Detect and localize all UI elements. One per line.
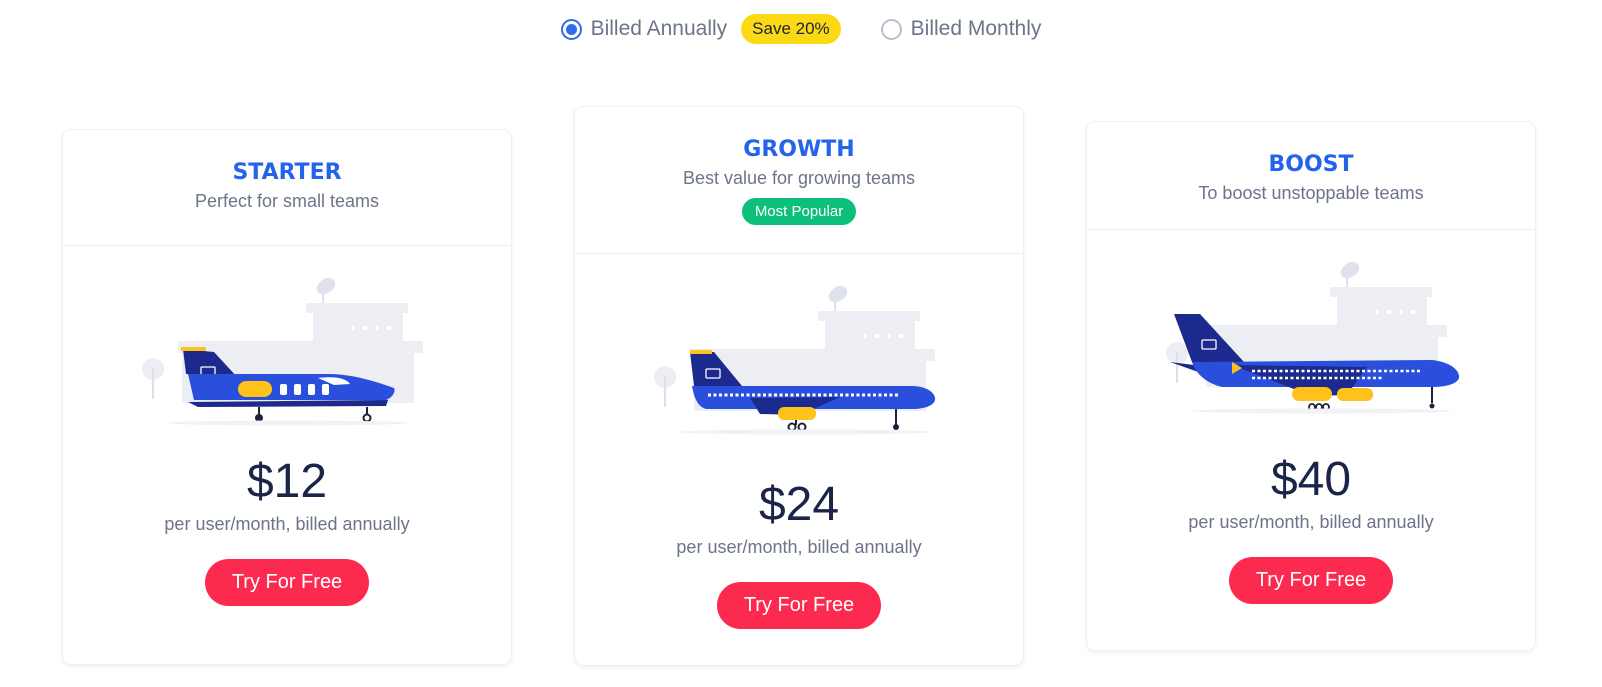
plan-header: GROWTH Best value for growing teams Most… [575, 107, 1023, 254]
plan-header: BOOST To boost unstoppable teams [1087, 122, 1535, 230]
plan-name: STARTER [232, 160, 342, 185]
try-for-free-button[interactable]: Try For Free [717, 582, 881, 629]
airliner-icon [654, 285, 936, 435]
plan-price-note: per user/month, billed annually [1188, 512, 1434, 532]
billed-monthly-option[interactable]: Billed Monthly [880, 17, 1042, 41]
save-badge: Save 20% [741, 14, 841, 44]
billed-annually-radio[interactable] [560, 18, 582, 40]
most-popular-badge: Most Popular [741, 198, 857, 225]
plan-price: $40 [1270, 453, 1352, 506]
plan-description: Best value for growing teams [682, 168, 916, 188]
plan-card-boost: BOOST To boost unstoppable teams $40 per… [1087, 122, 1535, 650]
plan-description: Perfect for small teams [194, 191, 380, 211]
plan-name: BOOST [1268, 152, 1354, 177]
plan-card-growth: GROWTH Best value for growing teams Most… [575, 107, 1023, 665]
billed-annually-label: Billed Annually [590, 17, 728, 40]
billed-monthly-radio[interactable] [880, 18, 902, 40]
billed-monthly-label: Billed Monthly [910, 17, 1042, 40]
try-for-free-button[interactable]: Try For Free [1229, 557, 1393, 604]
plan-price-note: per user/month, billed annually [164, 514, 410, 534]
plan-header: STARTER Perfect for small teams [63, 130, 511, 246]
plan-name: GROWTH [743, 137, 855, 162]
plan-price: $12 [246, 455, 328, 508]
plan-description: To boost unstoppable teams [1198, 183, 1424, 203]
billed-annually-option[interactable]: Billed Annually [560, 17, 728, 41]
plan-card-starter: STARTER Perfect for small teams $12 per … [63, 130, 511, 664]
plan-price-note: per user/month, billed annually [676, 537, 922, 557]
billing-toggle: Billed Annually Save 20% Billed Monthly [0, 12, 1602, 46]
try-for-free-button[interactable]: Try For Free [205, 559, 369, 606]
jumbo-jet-icon [1166, 261, 1460, 414]
plan-price: $24 [758, 478, 840, 531]
business-jet-icon [142, 277, 423, 426]
